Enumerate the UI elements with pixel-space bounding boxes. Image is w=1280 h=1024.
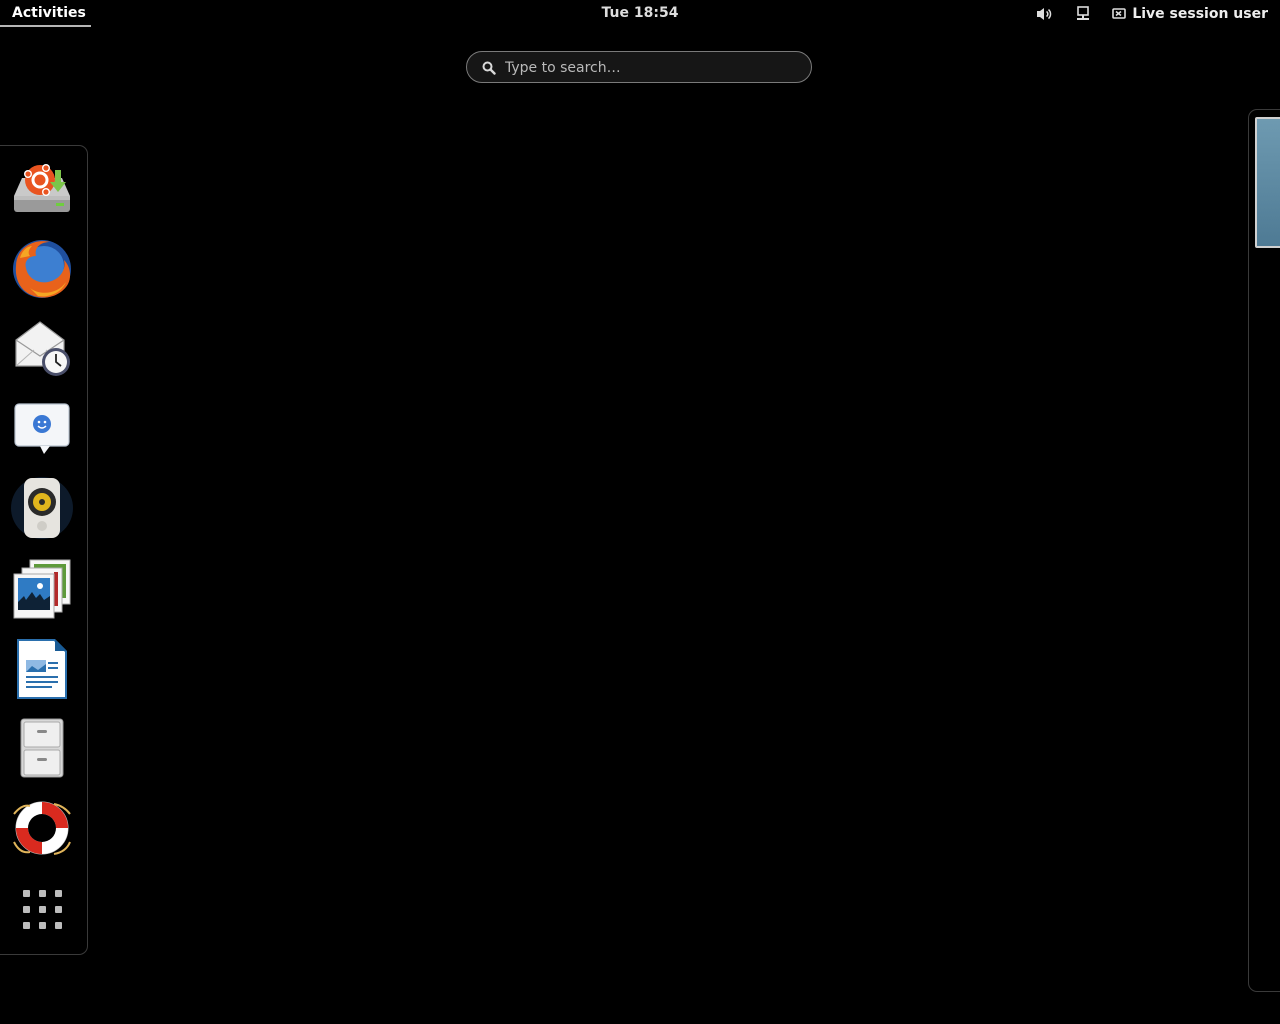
user-name-label: Live session user [1132, 5, 1268, 22]
dash-item-libreoffice-writer[interactable] [10, 636, 74, 700]
files-icon [20, 718, 64, 778]
dash-item-files[interactable] [10, 716, 74, 780]
show-applications-icon [23, 890, 62, 929]
dash-item-shotwell[interactable] [10, 556, 74, 620]
search-icon [482, 61, 496, 75]
volume-button[interactable] [1036, 7, 1054, 21]
libreoffice-writer-icon [17, 639, 67, 699]
network-button[interactable] [1076, 5, 1090, 22]
search-box[interactable] [466, 51, 812, 83]
dash-item-help[interactable] [10, 796, 74, 860]
clock-button[interactable]: Tue 18:54 [602, 5, 679, 21]
dash-item-installer[interactable] [10, 156, 74, 220]
system-tray: Live session user [1014, 0, 1268, 27]
dash-item-evolution[interactable] [10, 316, 74, 380]
show-applications-button[interactable] [10, 876, 74, 940]
volume-icon [1037, 7, 1052, 20]
top-bar: Activities Tue 18:54 Live session user [0, 0, 1280, 27]
dash [0, 145, 88, 955]
dash-item-firefox[interactable] [10, 236, 74, 300]
dash-item-rhythmbox[interactable] [10, 476, 74, 540]
user-menu-button[interactable]: Live session user [1112, 6, 1268, 22]
rhythmbox-icon [11, 477, 73, 539]
network-wired-icon [1077, 5, 1090, 20]
user-menu-icon [1112, 7, 1127, 19]
help-icon [13, 801, 71, 855]
firefox-icon [13, 240, 71, 298]
activities-button[interactable]: Activities [0, 0, 91, 27]
evolution-mail-icon [15, 321, 70, 376]
empathy-chat-icon [14, 403, 70, 454]
search-input[interactable] [503, 57, 797, 79]
shotwell-photos-icon [13, 559, 71, 619]
workspace-thumbnail[interactable] [1255, 117, 1280, 248]
dash-item-empathy[interactable] [10, 396, 74, 460]
install-ubuntu-gnome-icon [14, 164, 70, 212]
